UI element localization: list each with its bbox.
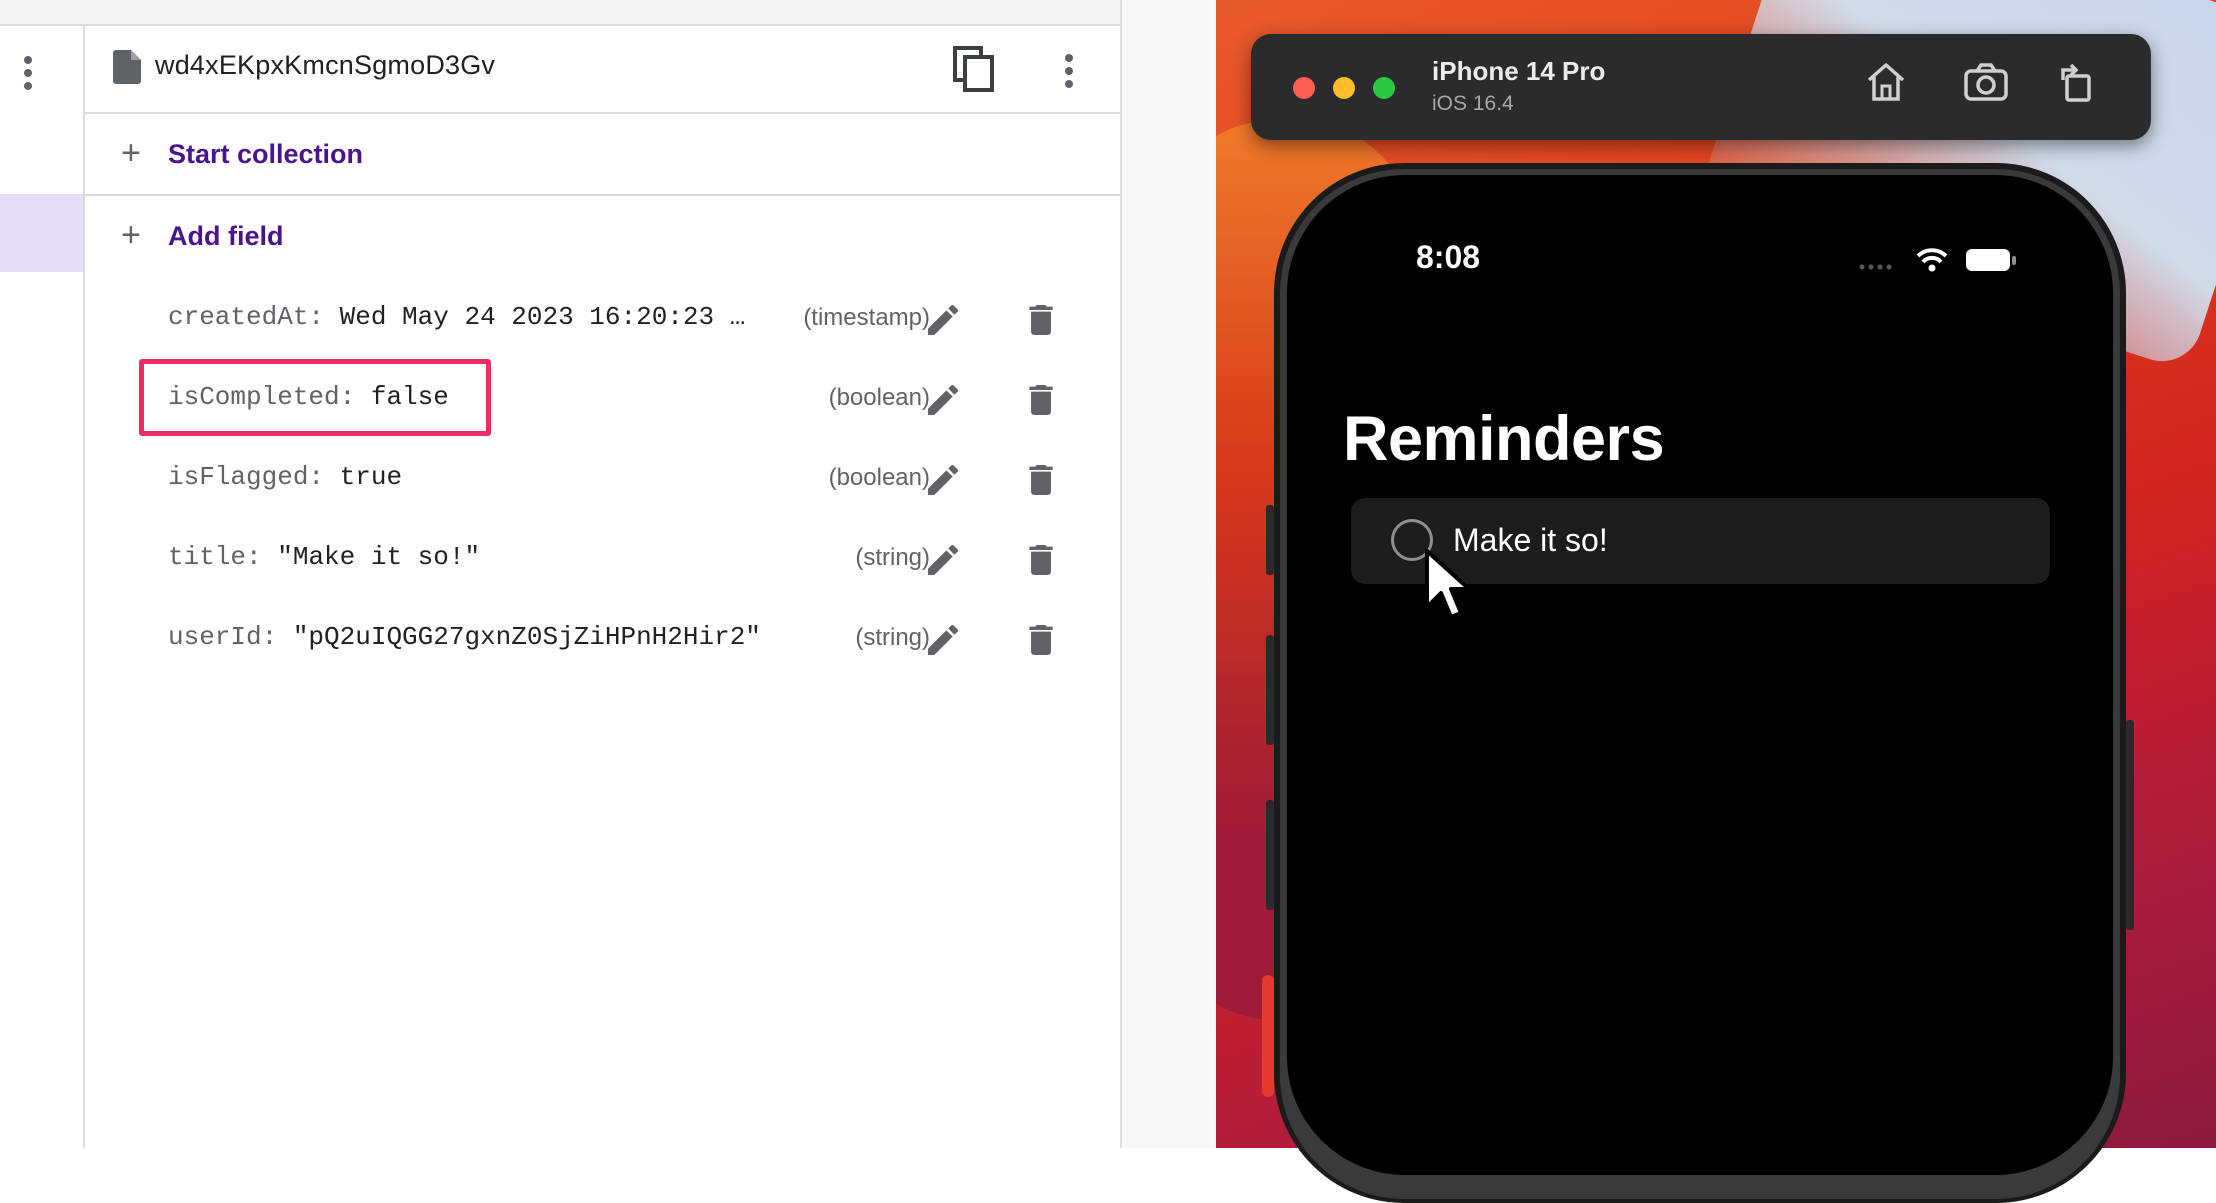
field-value: Wed May 24 2023 16:20:23 … <box>339 302 746 332</box>
field-key: isFlagged: <box>168 462 325 492</box>
phone-screen: 8:08 Reminders Make it so! <box>1287 175 2113 1175</box>
field-type: (string) <box>855 544 930 571</box>
field-row-isFlagged[interactable]: isFlagged: true (boolean) <box>85 446 1120 506</box>
delete-icon[interactable] <box>1021 460 1061 500</box>
field-value: "Make it so!" <box>277 542 481 572</box>
field-row-title[interactable]: title: "Make it so!" (string) <box>85 526 1120 586</box>
status-bar-icons <box>1859 248 2016 272</box>
battery-icon <box>1966 249 2016 271</box>
field-type: (timestamp) <box>803 304 930 331</box>
add-field-label: Add field <box>168 221 284 251</box>
field-key: userId: <box>168 622 278 652</box>
field-type: (boolean) <box>828 464 930 491</box>
delete-icon[interactable] <box>1021 620 1061 660</box>
add-field-button[interactable]: + Add field <box>85 196 1120 276</box>
status-time: 8:08 <box>1416 239 1481 275</box>
highlight-box <box>139 359 491 436</box>
screenshot-icon[interactable] <box>1963 62 2009 102</box>
edit-icon[interactable] <box>923 460 963 500</box>
reminder-title: Make it so! <box>1453 522 1608 558</box>
edit-icon[interactable] <box>923 620 963 660</box>
field-type: (boolean) <box>828 384 930 411</box>
delete-icon[interactable] <box>1021 540 1061 580</box>
edit-icon[interactable] <box>923 300 963 340</box>
document-icon <box>113 50 141 84</box>
delete-icon[interactable] <box>1021 300 1061 340</box>
volume-down-button <box>1266 800 1274 910</box>
mouse-cursor-icon <box>1425 549 1471 619</box>
window-gap <box>1122 0 1216 1148</box>
document-id: wd4xEKpxKmcnSgmoD3Gv <box>155 50 496 80</box>
field-key: title: <box>168 542 262 572</box>
os-version: iOS 16.4 <box>1432 92 1514 115</box>
field-row-createdAt[interactable]: createdAt: Wed May 24 2023 16:20:23 … (t… <box>85 286 1120 346</box>
side-indicator <box>1262 975 1274 1097</box>
zoom-window-button[interactable] <box>1373 77 1395 99</box>
field-type: (string) <box>855 624 930 651</box>
edit-icon[interactable] <box>923 380 963 420</box>
delete-icon[interactable] <box>1021 380 1061 420</box>
plus-icon: + <box>121 216 141 254</box>
top-strip <box>0 0 1122 26</box>
minimize-window-button[interactable] <box>1333 77 1355 99</box>
copy-icon[interactable] <box>953 46 995 92</box>
volume-up-button <box>1266 635 1274 745</box>
screen-title: Reminders <box>1343 404 1665 474</box>
more-vert-icon[interactable] <box>22 54 34 92</box>
start-collection-label: Start collection <box>168 139 364 169</box>
simulator-toolbar: iPhone 14 Pro iOS 16.4 <box>1251 34 2151 140</box>
more-vert-icon[interactable] <box>1063 52 1075 90</box>
wifi-icon <box>1916 248 1948 272</box>
action-button <box>1266 505 1274 575</box>
collection-column <box>0 26 85 1148</box>
field-value: "pQ2uIQGG27gxnZ0SjZiHPnH2Hir2" <box>292 622 761 652</box>
power-button <box>2126 720 2134 930</box>
field-value: true <box>339 462 403 492</box>
home-icon[interactable] <box>1865 62 1907 102</box>
plus-icon: + <box>121 134 141 172</box>
rotate-icon[interactable] <box>2057 62 2095 102</box>
edit-icon[interactable] <box>923 540 963 580</box>
cellular-icon <box>1859 264 1892 270</box>
firestore-panel: wd4xEKpxKmcnSgmoD3Gv + Start collection … <box>0 0 1122 1148</box>
document-header: wd4xEKpxKmcnSgmoD3Gv <box>85 26 1120 114</box>
field-key: createdAt: <box>168 302 325 332</box>
start-collection-button[interactable]: + Start collection <box>85 114 1120 196</box>
selected-document-row[interactable] <box>0 194 83 272</box>
device-name: iPhone 14 Pro <box>1432 56 1606 86</box>
field-row-userId[interactable]: userId: "pQ2uIQGG27gxnZ0SjZiHPnH2Hir2" (… <box>85 606 1120 666</box>
close-window-button[interactable] <box>1293 77 1315 99</box>
